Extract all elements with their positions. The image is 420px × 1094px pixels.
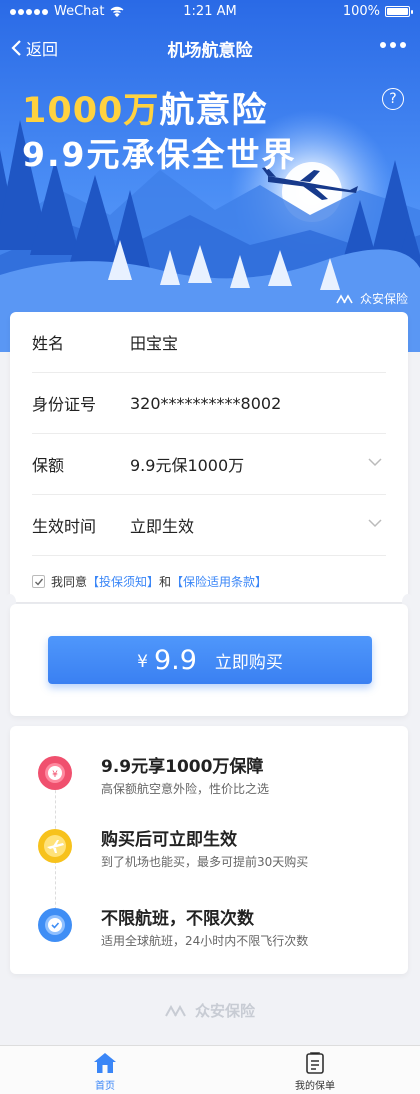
clock-icon xyxy=(38,908,72,942)
hero-headline-amount: 1000万 xyxy=(22,91,160,131)
status-bar: WeChat 1:21 AM 100% xyxy=(0,0,420,24)
effective-time-select[interactable]: 立即生效 xyxy=(130,513,386,537)
zhongan-logo-icon xyxy=(165,1004,186,1016)
battery-icon xyxy=(385,6,413,17)
agree-conj: 和 xyxy=(159,574,172,589)
help-button[interactable]: ? xyxy=(382,88,404,110)
feature-title: 9.9元享1000万保障 xyxy=(101,757,264,777)
tab-my-policies[interactable]: 我的保单 xyxy=(210,1046,420,1094)
page-title: 机场航意险 xyxy=(167,41,253,61)
tab-home[interactable]: 首页 xyxy=(0,1046,210,1094)
coverage-select[interactable]: 9.9元保1000万 xyxy=(130,452,386,476)
chevron-down-icon xyxy=(368,458,382,467)
buy-now-label: 立即购买 xyxy=(214,652,283,673)
svg-text:¥: ¥ xyxy=(52,770,58,780)
id-number-field[interactable]: 320**********8002 xyxy=(130,394,386,413)
feature-desc: 适用全球航班，24小时内不限飞行次数 xyxy=(101,934,309,948)
buy-now-button[interactable]: ¥ 9.9 立即购买 xyxy=(48,636,372,684)
coin-icon: ¥ xyxy=(38,756,72,790)
effective-time-row[interactable]: 生效时间 立即生效 xyxy=(32,495,386,556)
airplane-icon xyxy=(38,829,72,863)
coverage-row[interactable]: 保额 9.9元保1000万 xyxy=(32,434,386,495)
features-card: ¥ 9.9元享1000万保障 高保额航空意外险，性价比之选 购买后可立即生效 到… xyxy=(10,726,408,974)
price-value: 9.9 xyxy=(153,644,197,676)
notice-link[interactable]: 【投保须知】 xyxy=(87,575,159,589)
battery-percent: 100% xyxy=(342,4,380,19)
footer-brand-label: 众安保险 xyxy=(194,1002,255,1020)
hero-brand-label: 众安保险 xyxy=(359,292,408,306)
hero-headline-rest: 航意险 xyxy=(159,91,268,131)
feature-title: 购买后可立即生效 xyxy=(101,830,237,850)
feature-item: ¥ 9.9元享1000万保障 高保额航空意外险，性价比之选 xyxy=(10,752,408,812)
coverage-label: 保额 xyxy=(32,456,65,475)
id-number-row[interactable]: 身份证号 320**********8002 xyxy=(32,373,386,434)
agree-checkbox[interactable] xyxy=(32,574,45,588)
name-label: 姓名 xyxy=(32,334,65,353)
hero-headline: 1000万航意险 xyxy=(22,82,267,133)
policy-icon xyxy=(306,1052,324,1074)
feature-item: 购买后可立即生效 到了机场也能买，最多可提前30天购买 xyxy=(10,825,408,885)
agreement-row: 我同意【投保须知】和【保险适用条款】 xyxy=(32,556,386,606)
feature-item: 不限航班，不限次数 适用全球航班，24小时内不限飞行次数 xyxy=(10,904,408,964)
hero-subline: 9.9元承保全世界 xyxy=(22,135,297,174)
feature-desc: 高保额航空意外险，性价比之选 xyxy=(101,782,270,796)
agree-text: 我同意 xyxy=(51,574,88,589)
insurance-form: 姓名 田宝宝 身份证号 320**********8002 保额 9.9元保10… xyxy=(10,312,408,602)
name-field[interactable]: 田宝宝 xyxy=(130,330,386,354)
feature-desc: 到了机场也能买，最多可提前30天购买 xyxy=(101,855,309,869)
hero-brand: 众安保险 xyxy=(336,290,408,307)
more-menu-button[interactable] xyxy=(380,42,406,48)
purchase-card: ¥ 9.9 立即购买 xyxy=(10,604,408,716)
zhongan-logo-icon xyxy=(336,293,353,303)
home-icon xyxy=(94,1053,116,1073)
tab-home-label: 首页 xyxy=(95,1081,115,1092)
chevron-down-icon xyxy=(368,519,382,528)
tab-bar: 首页 我的保单 xyxy=(0,1045,420,1094)
checkmark-icon xyxy=(35,578,44,586)
nav-bar: 返回 机场航意险 xyxy=(0,24,420,70)
price-currency: ¥ xyxy=(137,652,148,672)
tab-my-policies-label: 我的保单 xyxy=(295,1081,335,1092)
terms-link[interactable]: 【保险适用条款】 xyxy=(171,575,267,589)
id-number-label: 身份证号 xyxy=(32,395,97,414)
footer-brand: 众安保险 xyxy=(0,1000,420,1021)
name-row[interactable]: 姓名 田宝宝 xyxy=(32,312,386,373)
effective-time-label: 生效时间 xyxy=(32,517,97,536)
feature-title: 不限航班，不限次数 xyxy=(101,909,254,929)
